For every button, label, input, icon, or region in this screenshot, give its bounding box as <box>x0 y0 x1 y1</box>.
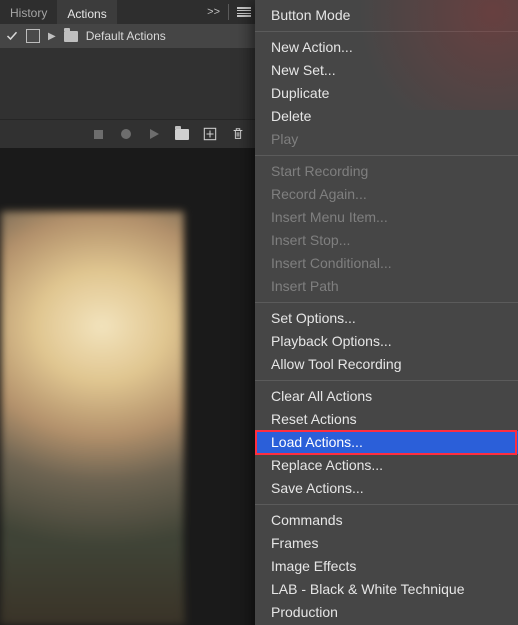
panel-menu-button[interactable] <box>233 1 255 23</box>
menu-item-save-actions[interactable]: Save Actions... <box>255 477 518 500</box>
disclosure-triangle-icon[interactable]: ▶ <box>48 31 56 42</box>
menu-item-new-action[interactable]: New Action... <box>255 36 518 59</box>
actions-flyout-menu: Button Mode New Action...New Set...Duplic… <box>255 0 518 625</box>
play-icon[interactable] <box>147 127 161 141</box>
menu-item-insert-stop: Insert Stop... <box>255 229 518 252</box>
menu-item-play: Play <box>255 128 518 151</box>
menu-item-duplicate[interactable]: Duplicate <box>255 82 518 105</box>
menu-item-production[interactable]: Production <box>255 601 518 624</box>
menu-icon <box>237 7 251 17</box>
menu-section: Start RecordingRecord Again...Insert Men… <box>255 156 518 303</box>
menu-item-image-effects[interactable]: Image Effects <box>255 555 518 578</box>
collapse-panel-icon[interactable]: >> <box>203 6 224 18</box>
menu-section: CommandsFramesImage EffectsLAB - Black &… <box>255 505 518 625</box>
panel-footer <box>0 119 255 148</box>
menu-item-reset-actions[interactable]: Reset Actions <box>255 408 518 431</box>
dialog-toggle-icon[interactable] <box>26 29 40 43</box>
menu-item-clear-all-actions[interactable]: Clear All Actions <box>255 385 518 408</box>
menu-item-commands[interactable]: Commands <box>255 509 518 532</box>
checkmark-icon <box>6 30 18 42</box>
document-canvas[interactable] <box>0 210 185 625</box>
menu-item-insert-conditional: Insert Conditional... <box>255 252 518 275</box>
tab-bar-divider <box>228 4 229 20</box>
menu-item-insert-menu-item: Insert Menu Item... <box>255 206 518 229</box>
menu-item-insert-path: Insert Path <box>255 275 518 298</box>
new-set-icon[interactable] <box>175 127 189 141</box>
menu-item-allow-tool-recording[interactable]: Allow Tool Recording <box>255 353 518 376</box>
menu-item-start-recording: Start Recording <box>255 160 518 183</box>
trash-icon[interactable] <box>231 127 245 141</box>
menu-item-frames[interactable]: Frames <box>255 532 518 555</box>
menu-item-replace-actions[interactable]: Replace Actions... <box>255 454 518 477</box>
menu-section: Clear All ActionsReset ActionsLoad Actio… <box>255 381 518 505</box>
tab-history[interactable]: History <box>0 0 57 24</box>
menu-item-playback-options[interactable]: Playback Options... <box>255 330 518 353</box>
actions-panel: History Actions >> ▶ Default Actions <box>0 0 256 148</box>
menu-item-new-set[interactable]: New Set... <box>255 59 518 82</box>
menu-item-set-options[interactable]: Set Options... <box>255 307 518 330</box>
menu-item-lab-black-white-technique[interactable]: LAB - Black & White Technique <box>255 578 518 601</box>
menu-item-delete[interactable]: Delete <box>255 105 518 128</box>
action-set-row[interactable]: ▶ Default Actions <box>0 24 255 48</box>
tab-actions[interactable]: Actions <box>57 0 116 24</box>
menu-section: Set Options...Playback Options...Allow T… <box>255 303 518 381</box>
stop-icon[interactable] <box>91 127 105 141</box>
record-icon[interactable] <box>119 127 133 141</box>
new-action-icon[interactable] <box>203 127 217 141</box>
menu-item-record-again: Record Again... <box>255 183 518 206</box>
menu-section: Button Mode <box>255 0 518 32</box>
panel-tab-bar: History Actions >> <box>0 0 255 24</box>
panel-body <box>0 48 255 119</box>
menu-item-load-actions[interactable]: Load Actions... <box>255 431 518 454</box>
menu-item-button-mode[interactable]: Button Mode <box>255 4 518 27</box>
folder-icon <box>64 31 78 42</box>
menu-section: New Action...New Set...DuplicateDeletePl… <box>255 32 518 156</box>
action-set-label: Default Actions <box>86 29 166 43</box>
